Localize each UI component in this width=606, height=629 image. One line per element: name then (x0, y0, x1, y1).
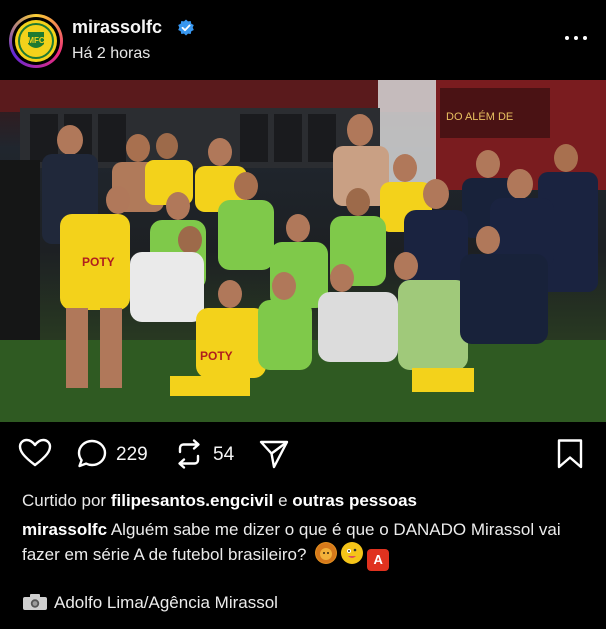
team-celebration-photo: POTY POTY DO ALÉM DE (0, 80, 606, 422)
svg-text:DO ALÉM DE: DO ALÉM DE (446, 110, 513, 123)
avatar-ring: MFC (12, 17, 60, 65)
action-bar: 229 54 (0, 428, 606, 478)
mirassol-crest-icon: MFC (15, 20, 57, 62)
svg-text:MFC: MFC (27, 36, 45, 45)
post-photo[interactable]: POTY POTY DO ALÉM DE (0, 80, 606, 422)
post-time: Há 2 horas (72, 45, 151, 62)
lion-face-emoji-icon (315, 542, 338, 564)
comment-icon[interactable] (76, 438, 108, 475)
liker-username[interactable]: filipesantos.engcivil (111, 491, 274, 510)
repost-count: 54 (213, 444, 235, 465)
likes-connector: e (278, 491, 288, 510)
camera-icon (22, 593, 48, 616)
more-options-icon[interactable] (562, 28, 590, 48)
photo-credit: Adolfo Lima/Agência Mirassol (22, 593, 278, 616)
avatar[interactable]: MFC (9, 14, 63, 68)
username[interactable]: mirassolfc (72, 17, 162, 38)
repost-icon[interactable] (174, 438, 204, 475)
like-heart-icon[interactable] (18, 438, 52, 473)
post-caption: mirassolfc Alguém sabe me dizer o que é … (22, 518, 592, 571)
zany-face-emoji-icon (341, 542, 364, 564)
share-send-icon[interactable] (258, 438, 290, 475)
caption-username[interactable]: mirassolfc (22, 520, 107, 539)
credit-text: Adolfo Lima/Agência Mirassol (54, 593, 278, 612)
svg-text:POTY: POTY (82, 255, 115, 269)
verified-badge-icon (177, 19, 195, 37)
svg-text:POTY: POTY (200, 349, 233, 363)
likes-summary: Curtido por filipesantos.engcivil e outr… (22, 491, 417, 511)
comment-count: 229 (116, 444, 148, 465)
likes-others-link[interactable]: outras pessoas (292, 491, 417, 510)
letter-a-emoji-icon: A (367, 549, 390, 571)
post-header: MFC mirassolfc Há 2 horas (0, 0, 606, 80)
likes-prefix: Curtido por (22, 491, 107, 510)
bookmark-icon[interactable] (556, 438, 584, 475)
